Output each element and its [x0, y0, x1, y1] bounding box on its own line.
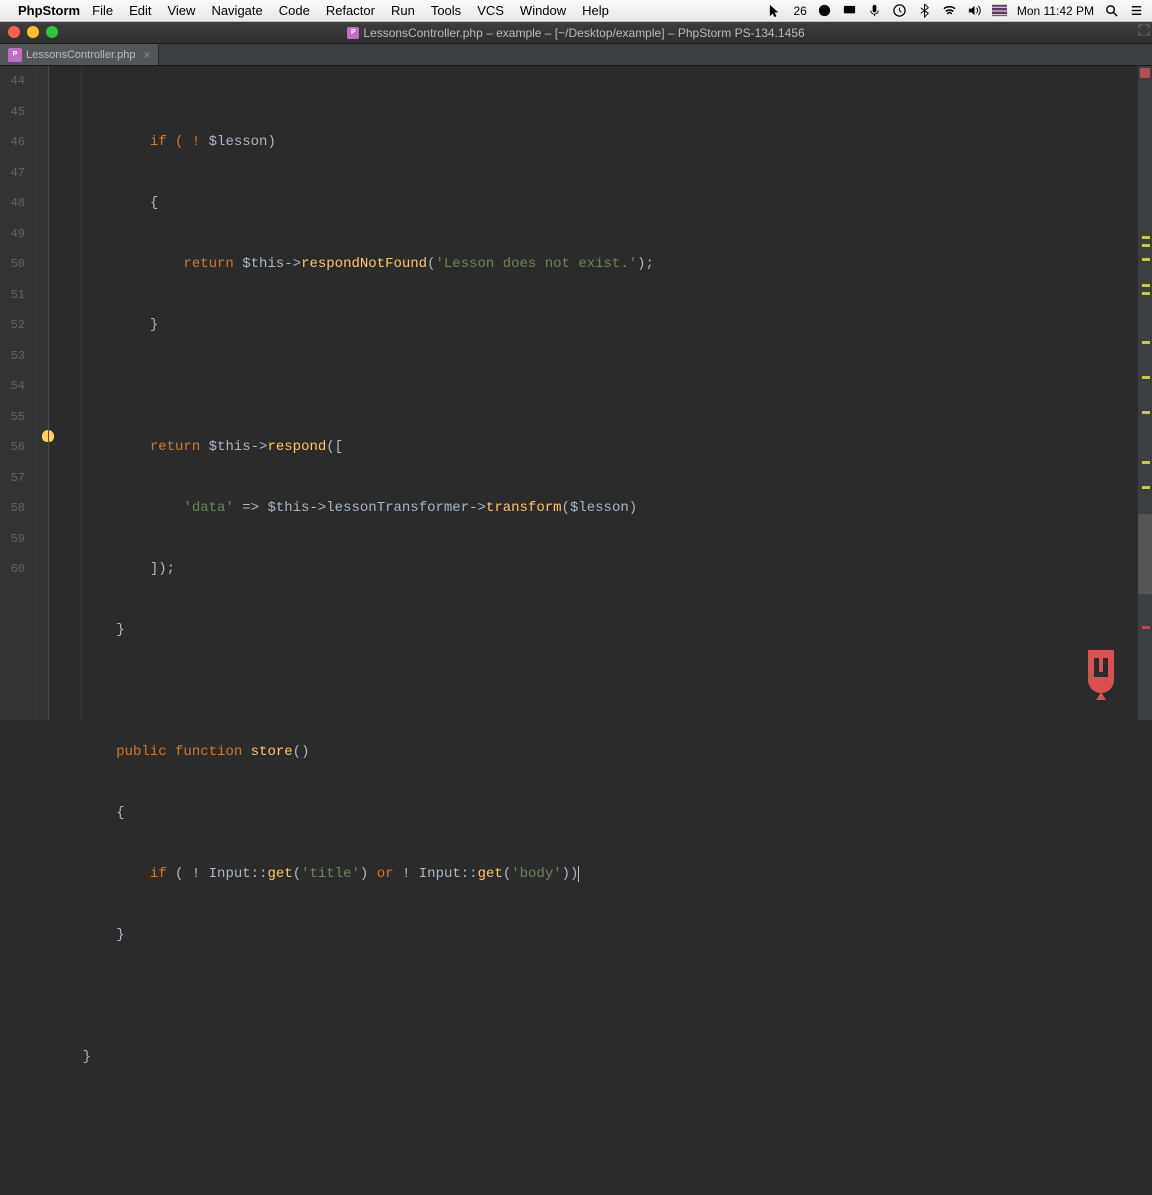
- menu-view[interactable]: View: [167, 3, 195, 18]
- clock[interactable]: Mon 11:42 PM: [1017, 4, 1094, 18]
- menu-edit[interactable]: Edit: [129, 3, 151, 18]
- flag-icon[interactable]: [992, 3, 1007, 18]
- minimize-window-button[interactable]: [27, 26, 39, 38]
- warning-marker[interactable]: [1142, 411, 1150, 414]
- warning-marker[interactable]: [1142, 376, 1150, 379]
- menu-help[interactable]: Help: [582, 3, 609, 18]
- menu-window[interactable]: Window: [520, 3, 566, 18]
- code-line: }: [49, 1042, 1138, 1073]
- notification-center-icon[interactable]: [1129, 3, 1144, 18]
- cursor-icon[interactable]: [768, 3, 783, 18]
- code-line: {: [49, 188, 1138, 219]
- notification-count[interactable]: 26: [793, 4, 806, 18]
- warning-marker[interactable]: [1142, 486, 1150, 489]
- menubar-status-area: 26 Mon 11:42 PM: [768, 3, 1144, 18]
- bluetooth-icon[interactable]: [917, 3, 932, 18]
- window-controls: [8, 26, 58, 38]
- scrollbar-thumb[interactable]: [1138, 514, 1152, 594]
- warning-marker[interactable]: [1142, 292, 1150, 295]
- window-title: P LessonsController.php – example – [~/D…: [347, 26, 804, 40]
- app-name[interactable]: PhpStorm: [18, 3, 80, 18]
- menu-tools[interactable]: Tools: [431, 3, 461, 18]
- code-content[interactable]: if ( ! $lesson) { return $this->respondN…: [48, 66, 1138, 720]
- code-editor[interactable]: 4445464748495051525354555657585960 if ( …: [0, 66, 1152, 720]
- error-marker[interactable]: [1142, 626, 1150, 629]
- code-line: if ( ! $lesson): [49, 127, 1138, 158]
- menu-vcs[interactable]: VCS: [477, 3, 504, 18]
- menu-refactor[interactable]: Refactor: [326, 3, 375, 18]
- code-line: }: [49, 920, 1138, 951]
- menu-code[interactable]: Code: [279, 3, 310, 18]
- text-cursor: [578, 866, 587, 882]
- code-line: public function store(): [49, 737, 1138, 768]
- warning-marker[interactable]: [1142, 341, 1150, 344]
- php-file-icon: P: [347, 27, 359, 39]
- code-line: return $this->respond([: [49, 432, 1138, 463]
- menu-file[interactable]: File: [92, 3, 113, 18]
- code-line: 'data' => $this->lessonTransformer->tran…: [49, 493, 1138, 524]
- window-title-text: LessonsController.php – example – [~/Des…: [363, 26, 804, 40]
- warning-marker[interactable]: [1142, 244, 1150, 247]
- code-line: if ( ! Input::get('title') or ! Input::g…: [49, 859, 1138, 890]
- fullscreen-icon[interactable]: [1138, 24, 1150, 36]
- tab-filename: LessonsController.php: [26, 49, 135, 61]
- editor-tabs: P LessonsController.php ×: [0, 44, 1152, 66]
- mic-icon[interactable]: [867, 3, 882, 18]
- php-file-icon: P: [8, 48, 22, 62]
- fold-column: [36, 66, 48, 720]
- error-stripe[interactable]: [1138, 66, 1152, 720]
- warning-marker[interactable]: [1142, 236, 1150, 239]
- code-line: }: [49, 310, 1138, 341]
- code-line: [49, 371, 1138, 402]
- close-window-button[interactable]: [8, 26, 20, 38]
- timemachine-icon[interactable]: [892, 3, 907, 18]
- display-icon[interactable]: [842, 3, 857, 18]
- close-tab-icon[interactable]: ×: [143, 48, 150, 62]
- warning-marker[interactable]: [1142, 284, 1150, 287]
- menu-run[interactable]: Run: [391, 3, 415, 18]
- tab-lessons-controller[interactable]: P LessonsController.php ×: [0, 44, 159, 65]
- warning-marker[interactable]: [1142, 461, 1150, 464]
- window-titlebar: P LessonsController.php – example – [~/D…: [0, 22, 1152, 44]
- spotlight-icon[interactable]: [1104, 3, 1119, 18]
- code-line: [49, 1103, 1138, 1134]
- line-number-gutter: 4445464748495051525354555657585960: [0, 66, 36, 720]
- code-line: ]);: [49, 554, 1138, 585]
- watermark-logo: [1078, 646, 1124, 702]
- zoom-window-button[interactable]: [46, 26, 58, 38]
- menu-navigate[interactable]: Navigate: [211, 3, 262, 18]
- warning-marker[interactable]: [1142, 258, 1150, 261]
- code-line: [49, 676, 1138, 707]
- macos-menubar: PhpStorm File Edit View Navigate Code Re…: [0, 0, 1152, 22]
- code-line: {: [49, 798, 1138, 829]
- analysis-status-icon[interactable]: [1140, 68, 1150, 78]
- indent-guide: [81, 66, 82, 720]
- code-line: return $this->respondNotFound('Lesson do…: [49, 249, 1138, 280]
- code-line: [49, 981, 1138, 1012]
- wifi-icon[interactable]: [942, 3, 957, 18]
- volume-icon[interactable]: [967, 3, 982, 18]
- code-line: }: [49, 615, 1138, 646]
- fan-icon[interactable]: [817, 3, 832, 18]
